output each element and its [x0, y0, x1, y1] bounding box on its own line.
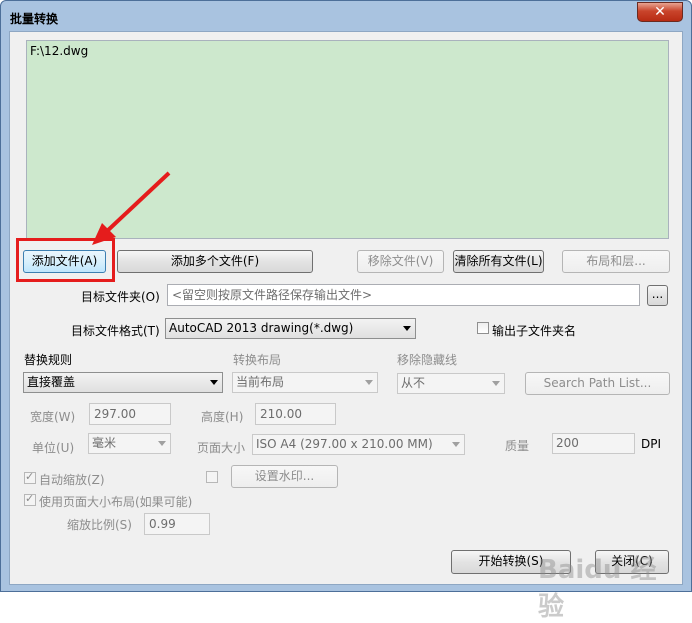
dialog-window: 批量转换 ✕ F:\12.dwg 添加文件(A) 添加多个文件(F) 移除文件(… [0, 0, 692, 622]
arrow-shaft [103, 171, 171, 235]
annotation-arrow [92, 171, 171, 245]
